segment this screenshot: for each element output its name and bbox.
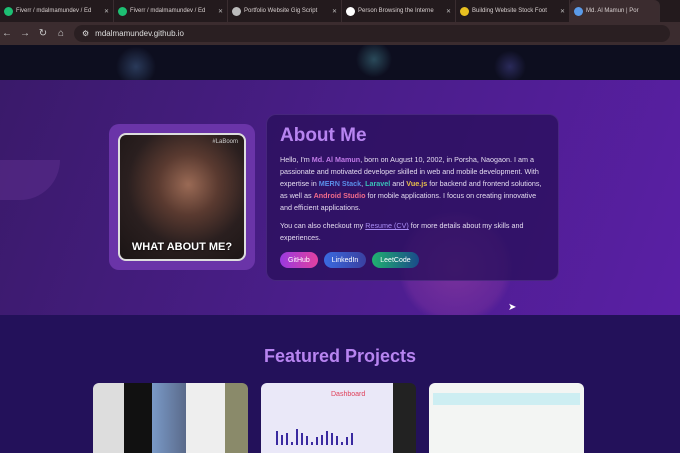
close-icon[interactable]: ✕ bbox=[560, 8, 565, 15]
hero-banner bbox=[0, 45, 680, 81]
resume-paragraph: You can also checkout my Resume (CV) for… bbox=[280, 221, 524, 242]
about-gif: #LaBoom WHAT ABOUT ME? bbox=[118, 133, 246, 261]
mouse-cursor-icon: ➤ bbox=[508, 302, 517, 313]
back-icon[interactable]: ← bbox=[2, 28, 12, 39]
site-icon bbox=[574, 6, 583, 16]
about-image-frame: #LaBoom WHAT ABOUT ME? bbox=[109, 124, 255, 270]
storyblocks-icon bbox=[460, 6, 469, 16]
close-icon[interactable]: ✕ bbox=[218, 8, 223, 15]
browser-tab[interactable]: Fiverr / mdalmamundev / Ed ✕ bbox=[0, 0, 114, 22]
home-icon[interactable]: ⌂ bbox=[56, 28, 66, 39]
featured-title: Featured Projects bbox=[263, 346, 417, 366]
project-card-web-app[interactable] bbox=[429, 383, 584, 453]
page-icon bbox=[232, 6, 241, 16]
browser-tab[interactable]: Person Browsing the Interne ✕ bbox=[342, 0, 456, 22]
project-card-mobile-app[interactable] bbox=[93, 383, 248, 453]
github-button[interactable]: GitHub bbox=[280, 252, 318, 268]
close-icon[interactable]: ✕ bbox=[446, 8, 451, 15]
forward-icon[interactable]: → bbox=[20, 28, 30, 39]
project-card-dashboard[interactable]: Dashboard bbox=[261, 383, 416, 453]
pexels-icon bbox=[346, 6, 355, 16]
address-toolbar: ← → ↻ ⌂ ⚙ mdalmamundev.github.io bbox=[0, 22, 680, 45]
browser-tab-active[interactable]: Md. Al Mamun | Por bbox=[570, 0, 660, 22]
site-settings-icon[interactable]: ⚙ bbox=[82, 29, 89, 38]
browser-tab[interactable]: Fiverr / mdalmamundev / Ed ✕ bbox=[114, 0, 228, 22]
resume-link[interactable]: Resume (CV) bbox=[365, 221, 409, 230]
url-bar[interactable]: ⚙ mdalmamundev.github.io bbox=[74, 25, 670, 42]
close-icon[interactable]: ✕ bbox=[332, 8, 337, 15]
dashboard-bars bbox=[276, 429, 353, 445]
reload-icon[interactable]: ↻ bbox=[38, 28, 48, 39]
tab-bar: Fiverr / mdalmamundev / Ed ✕ Fiverr / mda… bbox=[0, 0, 680, 22]
about-card: About Me Hello, I'm Md. Al Mamun, born o… bbox=[266, 114, 559, 281]
leetcode-button[interactable]: LeetCode bbox=[372, 252, 419, 268]
browser-tab[interactable]: Portfolio Website Gig Script ✕ bbox=[228, 0, 342, 22]
about-paragraph: Hello, I'm Md. Al Mamun, born on August … bbox=[280, 155, 542, 212]
fiverr-icon bbox=[118, 6, 127, 16]
decorative-blob bbox=[0, 160, 60, 200]
linkedin-button[interactable]: LinkedIn bbox=[323, 252, 367, 268]
fiverr-icon bbox=[4, 6, 13, 16]
browser-tab[interactable]: Building Website Stock Foot ✕ bbox=[456, 0, 570, 22]
about-title: About Me bbox=[280, 125, 367, 146]
close-icon[interactable]: ✕ bbox=[104, 8, 109, 15]
